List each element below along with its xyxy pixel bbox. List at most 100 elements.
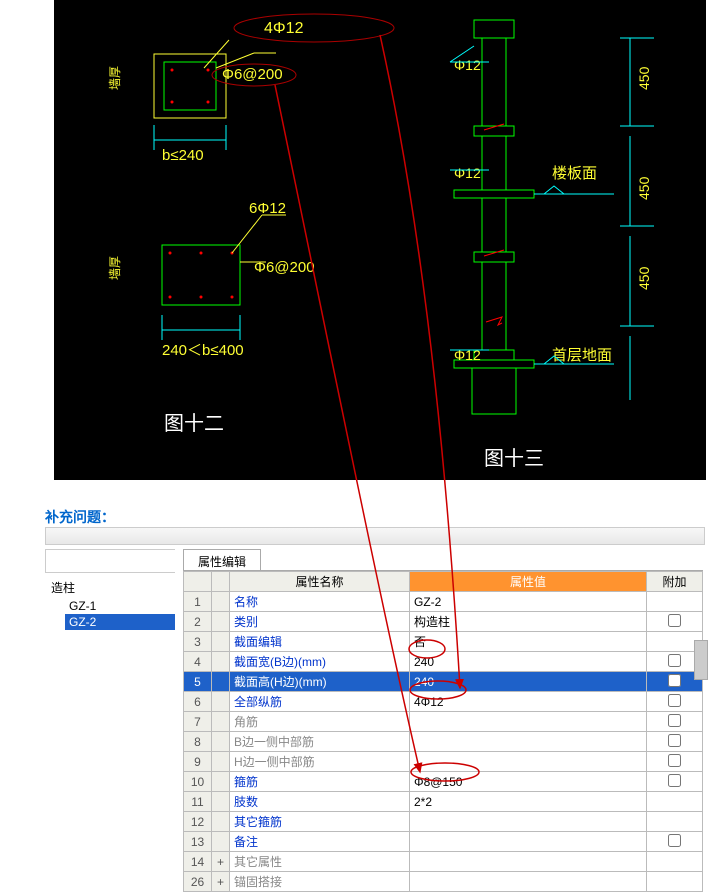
row-number: 11	[184, 792, 212, 812]
row-number: 10	[184, 772, 212, 792]
question-label: 补充问题：	[45, 507, 115, 527]
prop-name[interactable]: 截面宽(B边)(mm)	[230, 652, 410, 672]
extra-checkbox[interactable]	[668, 614, 681, 627]
expand-icon[interactable]: +	[212, 872, 230, 892]
table-row[interactable]: 13备注	[184, 832, 703, 852]
col-name[interactable]: 属性名称	[230, 572, 410, 592]
cad-text: 4Φ12	[264, 20, 304, 37]
extra-checkbox[interactable]	[668, 694, 681, 707]
extra-checkbox[interactable]	[668, 734, 681, 747]
prop-value[interactable]	[410, 752, 647, 772]
col-extra[interactable]: 附加	[647, 572, 703, 592]
svg-text:Φ12: Φ12	[454, 165, 481, 181]
expand-icon	[212, 632, 230, 652]
tree-node-root[interactable]: 造柱	[47, 577, 175, 598]
tree-item-gz2[interactable]: GZ-2	[65, 614, 175, 630]
expand-icon	[212, 812, 230, 832]
extra-checkbox[interactable]	[668, 674, 681, 687]
row-number: 1	[184, 592, 212, 612]
prop-value[interactable]	[410, 852, 647, 872]
row-number: 6	[184, 692, 212, 712]
table-row[interactable]: 14+其它属性	[184, 852, 703, 872]
table-row[interactable]: 8B边一侧中部筋	[184, 732, 703, 752]
property-grid: 属性名称 属性值 附加 1 名称GZ-2 2 类别构造柱3截面编辑否4 截面宽(B边)(…	[183, 571, 703, 892]
extra-checkbox-cell[interactable]	[647, 732, 703, 752]
expand-icon	[212, 732, 230, 752]
table-row[interactable]: 12其它箍筋	[184, 812, 703, 832]
table-row[interactable]: 5 截面高(H边)(mm)240	[184, 672, 703, 692]
tab-property-edit[interactable]: 属性编辑	[183, 549, 261, 570]
prop-value[interactable]: 2*2	[410, 792, 647, 812]
table-row[interactable]: 3截面编辑否	[184, 632, 703, 652]
table-row[interactable]: 9H边一侧中部筋	[184, 752, 703, 772]
prop-value[interactable]: 构造柱	[410, 612, 647, 632]
prop-value[interactable]: 240	[410, 672, 647, 692]
svg-text:6Φ12: 6Φ12	[249, 200, 286, 217]
prop-name[interactable]: 其它箍筋	[230, 812, 410, 832]
svg-text:图十二: 图十二	[164, 412, 224, 435]
extra-checkbox-cell	[647, 852, 703, 872]
prop-name[interactable]: 截面高(H边)(mm)	[230, 672, 410, 692]
prop-value[interactable]	[410, 872, 647, 892]
expand-icon	[212, 772, 230, 792]
prop-value[interactable]: Φ8@150	[410, 772, 647, 792]
prop-name[interactable]: 截面编辑	[230, 632, 410, 652]
extra-checkbox-cell[interactable]	[647, 712, 703, 732]
extra-checkbox[interactable]	[668, 654, 681, 667]
prop-value[interactable]	[410, 812, 647, 832]
table-row[interactable]: 11 肢数2*2	[184, 792, 703, 812]
prop-value[interactable]	[410, 832, 647, 852]
row-number: 26	[184, 872, 212, 892]
tree-item-gz1[interactable]: GZ-1	[65, 598, 175, 614]
prop-value[interactable]	[410, 712, 647, 732]
prop-name[interactable]: 锚固搭接	[230, 872, 410, 892]
svg-text:Φ6@200: Φ6@200	[222, 66, 283, 83]
prop-name[interactable]: 类别	[230, 612, 410, 632]
row-number: 4	[184, 652, 212, 672]
table-row[interactable]: 26+锚固搭接	[184, 872, 703, 892]
extra-checkbox[interactable]	[668, 754, 681, 767]
prop-name[interactable]: 备注	[230, 832, 410, 852]
col-value[interactable]: 属性值	[410, 572, 647, 592]
prop-value[interactable]: 4Φ12	[410, 692, 647, 712]
prop-value[interactable]	[410, 732, 647, 752]
extra-checkbox[interactable]	[668, 774, 681, 787]
extra-checkbox-cell[interactable]	[647, 772, 703, 792]
scrollbar[interactable]	[694, 640, 708, 680]
table-row[interactable]: 10 箍筋Φ8@150	[184, 772, 703, 792]
extra-checkbox[interactable]	[668, 714, 681, 727]
prop-value[interactable]: GZ-2	[410, 592, 647, 612]
table-row[interactable]: 6 全部纵筋4Φ12	[184, 692, 703, 712]
prop-name[interactable]: 箍筋	[230, 772, 410, 792]
table-row[interactable]: 4 截面宽(B边)(mm)240	[184, 652, 703, 672]
prop-name[interactable]: B边一侧中部筋	[230, 732, 410, 752]
expand-icon	[212, 792, 230, 812]
row-number: 2	[184, 612, 212, 632]
prop-name[interactable]: 其它属性	[230, 852, 410, 872]
table-row[interactable]: 2 类别构造柱	[184, 612, 703, 632]
property-grid-pane: 属性编辑 属性名称 属性值 附加 1 名称GZ-2 2 类别构造柱3截面编辑否4 截面宽…	[183, 549, 703, 892]
table-row[interactable]: 7角筋	[184, 712, 703, 732]
prop-name[interactable]: 肢数	[230, 792, 410, 812]
table-row[interactable]: 1 名称GZ-2	[184, 592, 703, 612]
extra-checkbox-cell[interactable]	[647, 692, 703, 712]
row-number: 5	[184, 672, 212, 692]
expand-icon[interactable]: +	[212, 852, 230, 872]
expand-icon	[212, 592, 230, 612]
extra-checkbox-cell[interactable]	[647, 612, 703, 632]
prop-name[interactable]: 全部纵筋	[230, 692, 410, 712]
extra-checkbox-cell[interactable]	[647, 832, 703, 852]
prop-name[interactable]: 角筋	[230, 712, 410, 732]
svg-text:240＜b≤400: 240＜b≤400	[162, 342, 244, 359]
prop-value[interactable]: 240	[410, 652, 647, 672]
prop-value[interactable]: 否	[410, 632, 647, 652]
svg-text:450: 450	[636, 176, 652, 200]
prop-name[interactable]: 名称	[230, 592, 410, 612]
extra-checkbox[interactable]	[668, 834, 681, 847]
prop-name[interactable]: H边一侧中部筋	[230, 752, 410, 772]
expand-icon	[212, 612, 230, 632]
mini-toolbar[interactable]	[45, 527, 705, 545]
row-number: 14	[184, 852, 212, 872]
extra-checkbox-cell[interactable]	[647, 752, 703, 772]
svg-text:楼板面: 楼板面	[552, 164, 597, 182]
